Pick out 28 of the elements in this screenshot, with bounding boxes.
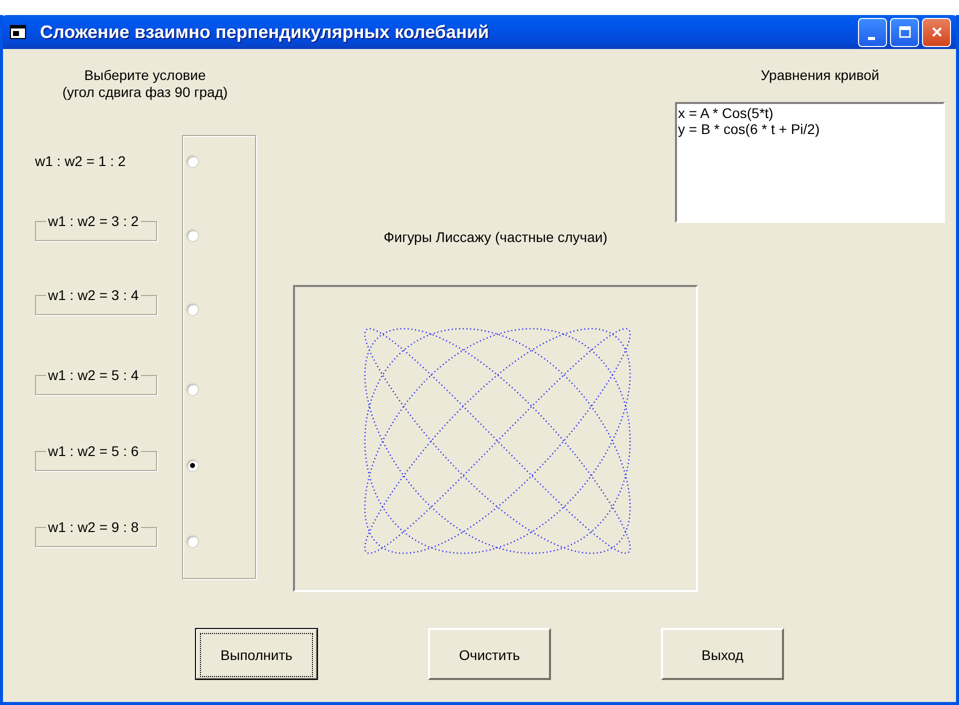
window-icon [10, 25, 26, 39]
action-button[interactable]: Выход [661, 628, 784, 680]
equations-field[interactable]: x = A * Cos(5*t) y = B * cos(6 * t + Pi/2) [675, 102, 945, 223]
condition-heading: (угол сдвига фаз 90 град) [62, 84, 228, 101]
radio-button[interactable] [186, 383, 199, 396]
action-button[interactable]: Очистить [428, 628, 551, 680]
minimize-icon [868, 36, 874, 40]
option-label: w1 : w2 = 3 : 4 [47, 287, 140, 303]
equations-heading: Уравнения кривой [760, 67, 880, 84]
radio-button[interactable] [186, 229, 199, 242]
option-label: w1 : w2 = 5 : 6 [47, 443, 140, 459]
option-label: w1 : w2 = 9 : 8 [47, 519, 140, 535]
maximize-icon [898, 25, 912, 39]
maximize-button[interactable] [890, 18, 919, 46]
radio-button[interactable] [186, 303, 199, 316]
radio-button[interactable] [186, 155, 199, 168]
radio-button[interactable] [186, 535, 199, 548]
action-button[interactable]: Выполнить [195, 628, 318, 680]
close-button[interactable] [922, 18, 951, 46]
radio-button[interactable] [186, 459, 199, 472]
condition-heading: Выберите условие [84, 67, 206, 84]
option-label: w1 : w2 = 3 : 2 [47, 213, 140, 229]
close-icon [930, 25, 944, 39]
option-label: w1 : w2 = 5 : 4 [47, 367, 140, 383]
window-title: Сложение взаимно перпендикулярных колебаний [40, 22, 489, 42]
minimize-button[interactable] [858, 18, 887, 46]
option-label: w1 : w2 = 1 : 2 [35, 153, 127, 169]
figure-caption: Фигуры Лиссажу (частные случаи) [382, 229, 608, 245]
